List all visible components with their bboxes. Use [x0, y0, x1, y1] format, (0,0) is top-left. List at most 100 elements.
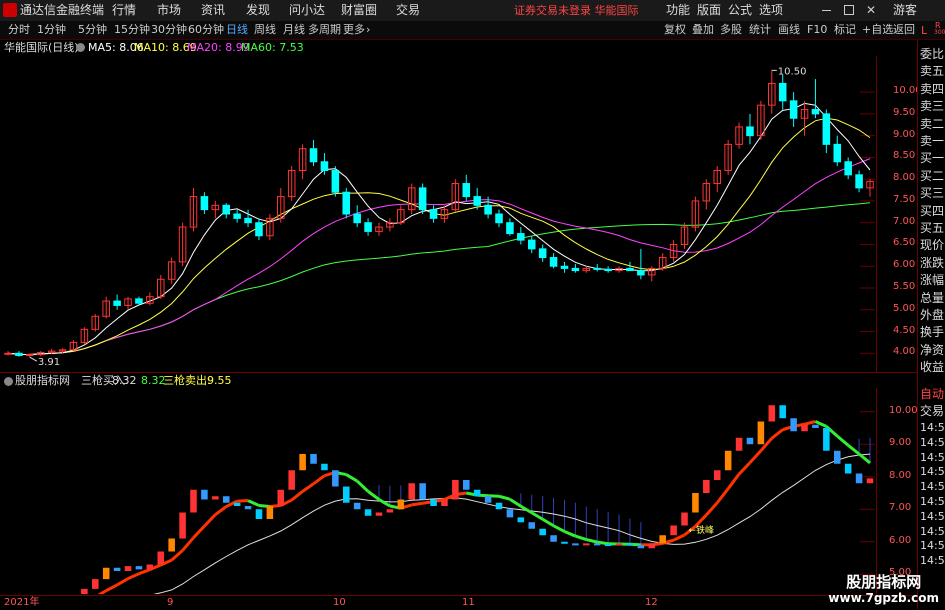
period-intraday[interactable]: 分时 [8, 21, 30, 39]
quote-field-label[interactable]: 卖五 [920, 63, 944, 79]
ind-bar [321, 464, 328, 471]
period-monthly[interactable]: 月线 [283, 21, 305, 39]
menu-layout[interactable]: 版面 [697, 0, 721, 21]
tool-back[interactable]: 返回 [893, 21, 915, 39]
quote-field-label[interactable]: 现价 [920, 237, 944, 253]
ind-bar [605, 544, 612, 546]
stock-title[interactable]: 华能国际(日线) [4, 40, 79, 56]
kline-chart[interactable]: 10.503.91 [0, 56, 875, 372]
candle-body [812, 110, 819, 114]
corner-l[interactable]: L [921, 24, 927, 37]
quote-field-label[interactable]: 换手 [920, 324, 944, 340]
more-chevron-icon[interactable]: › [366, 21, 370, 39]
menu-news[interactable]: 资讯 [201, 0, 225, 21]
indicator-chart[interactable]: ←铁峰←铁峰 [0, 388, 875, 594]
candle [758, 101, 765, 140]
menu-discover[interactable]: 发现 [246, 0, 270, 21]
period-30min[interactable]: 30分钟 [151, 21, 187, 39]
period-daily[interactable]: 日线 [226, 21, 248, 39]
trend-line [695, 515, 706, 526]
candle-body [605, 269, 612, 270]
candle-body [747, 127, 754, 136]
quote-field-label[interactable]: 涨跌 [920, 255, 944, 271]
candle-body [136, 299, 143, 303]
menu-market[interactable]: 市场 [157, 0, 181, 21]
maximize-icon[interactable] [844, 5, 854, 15]
quote-field-label[interactable]: 买五 [920, 220, 944, 236]
candle [638, 249, 645, 279]
quote-field-label[interactable]: 买三 [920, 185, 944, 201]
quote-field-label[interactable]: 总量 [920, 290, 944, 306]
quote-field-label[interactable]: 买一 [920, 150, 944, 166]
ind-bar [528, 522, 535, 529]
menu-trade[interactable]: 交易 [396, 0, 420, 21]
candle-body [245, 218, 252, 222]
quote-field-label[interactable]: 卖一 [920, 133, 944, 149]
candle [343, 188, 350, 218]
menu-formula[interactable]: 公式 [728, 0, 752, 21]
quote-field-label[interactable]: 买二 [920, 168, 944, 184]
ind-bar [812, 425, 819, 428]
close-icon[interactable]: ✕ [866, 0, 876, 21]
menu-function[interactable]: 功能 [666, 0, 690, 21]
login-notice[interactable]: 证券交易未登录 华能国际 [514, 0, 639, 21]
period-1min[interactable]: 1分钟 [37, 21, 66, 39]
quote-field-label[interactable]: 涨幅 [920, 272, 944, 288]
candle [201, 192, 208, 214]
candle-body [16, 353, 23, 355]
candle [365, 218, 372, 235]
period-5min[interactable]: 5分钟 [78, 21, 107, 39]
candle [823, 110, 830, 154]
trend-line [499, 496, 510, 499]
settings-circle-icon[interactable] [76, 43, 85, 52]
quote-field-label[interactable]: 卖三 [920, 98, 944, 114]
candle-body [5, 353, 12, 354]
menu-options[interactable]: 选项 [759, 0, 783, 21]
tool-add-fav[interactable]: +自选 [862, 21, 893, 39]
period-15min[interactable]: 15分钟 [114, 21, 150, 39]
quote-field-label[interactable]: 净资 [920, 342, 944, 358]
quote-field-label[interactable]: 委比 [920, 46, 944, 62]
trade-tab[interactable]: 交易 [920, 403, 944, 419]
quote-field-label[interactable]: 买四 [920, 203, 944, 219]
price-tick-label: 5.50 [893, 281, 915, 292]
tool-overlay[interactable]: 叠加 [692, 21, 714, 39]
candle [70, 340, 77, 351]
candle [81, 327, 88, 344]
ind-bar [539, 529, 546, 536]
quote-field-label[interactable]: 外盘 [920, 307, 944, 323]
menu-ask[interactable]: 问小达 [289, 0, 325, 21]
trend-line [314, 476, 325, 484]
period-more[interactable]: 更多 [343, 21, 365, 39]
indicator-name[interactable]: 股朋指标网 [15, 374, 70, 388]
tick-time: 14:56 [920, 510, 945, 524]
trend-line [248, 501, 259, 506]
quote-field-label[interactable]: 卖二 [920, 116, 944, 132]
period-60min[interactable]: 60分钟 [188, 21, 224, 39]
period-multi[interactable]: 多周期 [308, 21, 341, 39]
tool-multistock[interactable]: 多股 [720, 21, 742, 39]
period-weekly[interactable]: 周线 [254, 21, 276, 39]
candle-body [474, 197, 481, 206]
trend-line [488, 496, 499, 497]
date-axis: 2021年 9 10 11 12 [0, 595, 917, 610]
tool-stats[interactable]: 统计 [749, 21, 771, 39]
tool-adjust[interactable]: 复权 [664, 21, 686, 39]
menu-wealth[interactable]: 财富圈 [341, 0, 377, 21]
minimize-icon[interactable] [822, 10, 831, 11]
quote-field-label[interactable]: 收益 [920, 359, 944, 375]
price-tick-label: 7.50 [893, 194, 915, 205]
candle-body [496, 214, 503, 223]
menu-quotes[interactable]: 行情 [112, 0, 136, 21]
auto-toggle[interactable]: 自动 [920, 386, 944, 402]
tool-mark[interactable]: 标记 [834, 21, 856, 39]
ind-bar [136, 566, 143, 569]
tick-time: 14:56 [920, 451, 945, 465]
tool-draw[interactable]: 画线 [778, 21, 800, 39]
user-label[interactable]: 游客 [893, 0, 917, 21]
tool-f10[interactable]: F10 [807, 21, 827, 39]
quote-field-label[interactable]: 卖四 [920, 81, 944, 97]
indicator-settings-icon[interactable] [4, 377, 13, 386]
candle [605, 266, 612, 273]
candle [550, 253, 557, 268]
